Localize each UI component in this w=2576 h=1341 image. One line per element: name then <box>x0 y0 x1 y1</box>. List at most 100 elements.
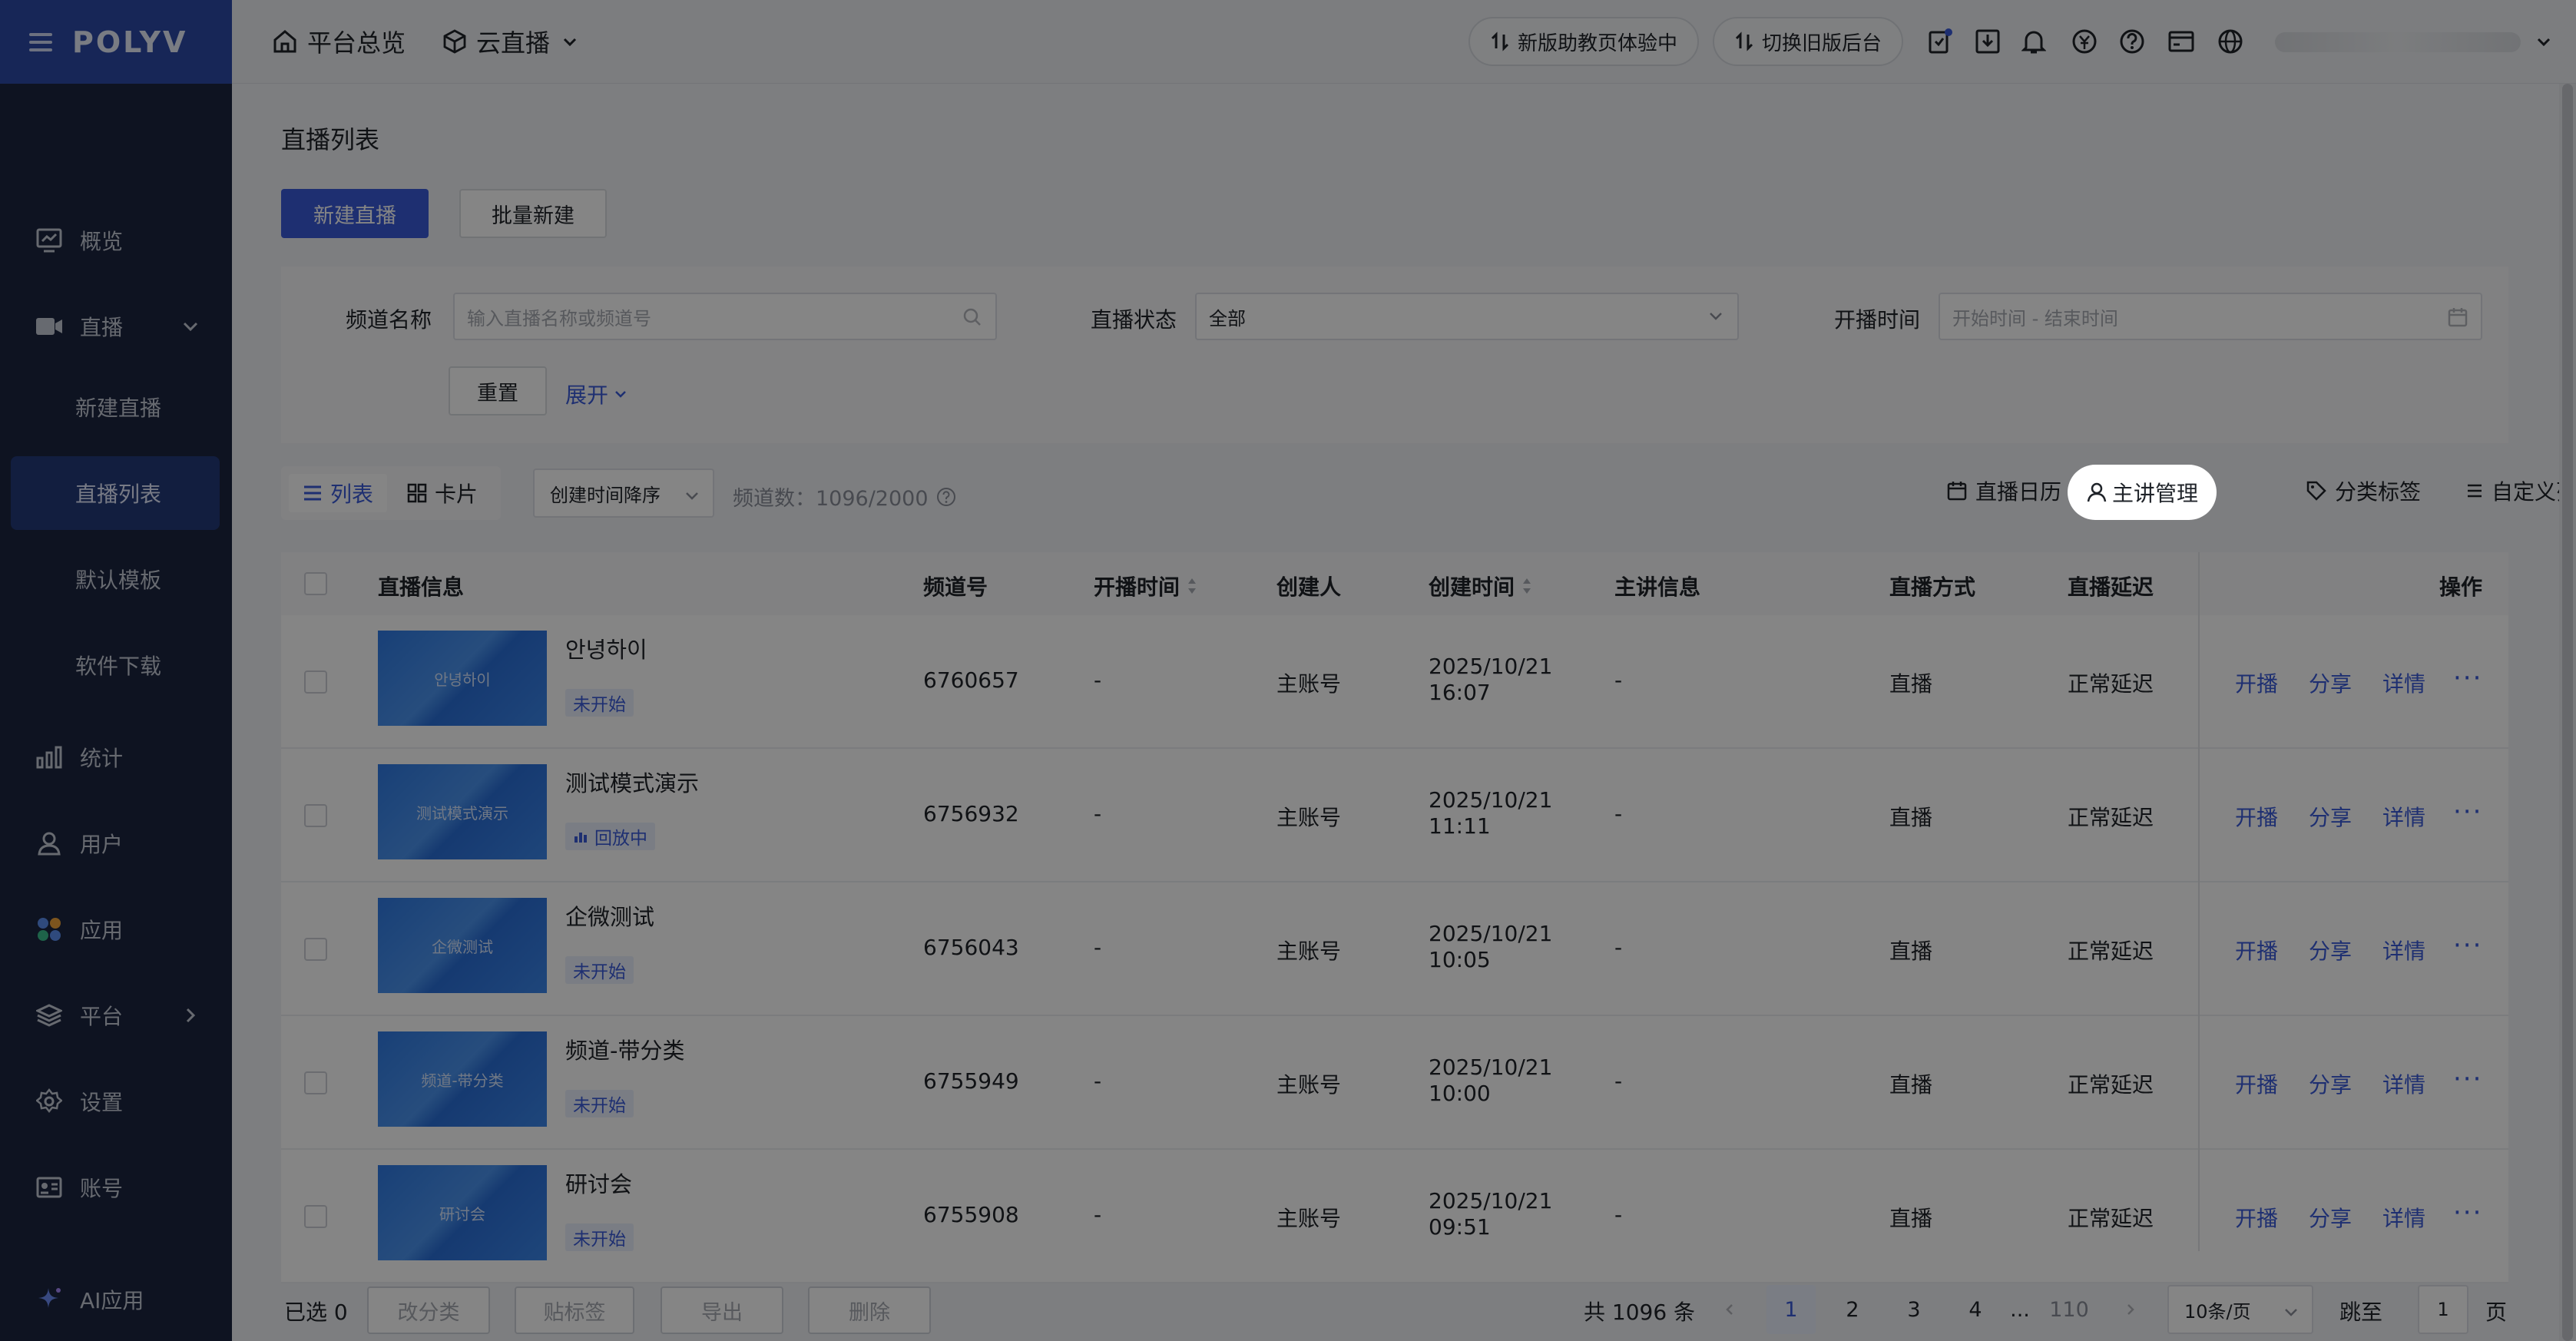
page-size-select[interactable]: 10条/页 <box>2167 1285 2313 1334</box>
globe-icon[interactable] <box>2215 26 2246 57</box>
sidebar-item-new-live[interactable]: 新建直播 <box>11 370 220 444</box>
download-icon[interactable] <box>1972 26 2003 57</box>
live-thumbnail[interactable]: 企微测试 <box>378 898 547 993</box>
chevron-down-icon[interactable] <box>2528 26 2559 57</box>
start-live-link[interactable]: 开播 <box>2235 667 2278 698</box>
row-checkbox[interactable] <box>304 670 327 694</box>
row-checkbox[interactable] <box>304 1205 327 1228</box>
billing-icon[interactable] <box>2166 26 2197 57</box>
sidebar-item-overview[interactable]: 概览 <box>11 204 220 277</box>
page-button[interactable]: 110 <box>2045 1285 2094 1334</box>
start-live-link[interactable]: 开播 <box>2235 1202 2278 1233</box>
speaker-management-link[interactable]: 主讲管理 <box>2069 466 2215 518</box>
reset-button[interactable]: 重置 <box>449 366 547 416</box>
created-time: 2025/10/21 10:05 <box>1429 921 1552 973</box>
recategorize-button[interactable]: 改分类 <box>367 1286 490 1334</box>
page-button[interactable]: 1 <box>1766 1285 1816 1334</box>
switch-old-version-pill[interactable]: 切换旧版后台 <box>1713 17 1904 66</box>
more-actions-icon[interactable]: ··· <box>2453 665 2482 691</box>
hamburger-menu-icon[interactable] <box>29 32 52 51</box>
live-thumbnail[interactable]: 안녕하이 <box>378 631 547 726</box>
more-actions-icon[interactable]: ··· <box>2453 932 2482 959</box>
help-icon[interactable] <box>2117 26 2147 57</box>
add-tag-button[interactable]: 贴标签 <box>515 1286 634 1334</box>
sidebar-item-account[interactable]: 账号 <box>11 1151 220 1224</box>
sidebar-item-platform[interactable]: 平台 <box>11 978 220 1052</box>
sidebar-item-default-template[interactable]: 默认模板 <box>11 542 220 616</box>
new-assistant-pill[interactable]: 新版助教页体验中 <box>1468 17 1700 66</box>
export-button[interactable]: 导出 <box>661 1286 783 1334</box>
live-calendar-link[interactable]: 直播日历 <box>1946 475 2061 506</box>
more-actions-icon[interactable]: ··· <box>2453 1066 2482 1092</box>
batch-create-button[interactable]: 批量新建 <box>459 189 607 238</box>
live-thumbnail[interactable]: 频道-带分类 <box>378 1031 547 1127</box>
live-title[interactable]: 企微测试 <box>565 899 654 932</box>
sort-select[interactable]: 创建时间降序 <box>533 469 714 518</box>
prev-page-button[interactable] <box>1705 1285 1754 1334</box>
detail-link[interactable]: 详情 <box>2382 801 2425 832</box>
sidebar-item-ai-apps[interactable]: AI应用 <box>11 1263 220 1336</box>
sidebar-item-users[interactable]: 用户 <box>11 806 220 880</box>
sidebar-item-settings[interactable]: 设置 <box>11 1065 220 1138</box>
sidebar-item-apps[interactable]: 应用 <box>11 892 220 966</box>
page-button[interactable]: 2 <box>1828 1285 1877 1334</box>
view-card-toggle[interactable]: 卡片 <box>393 474 492 512</box>
view-list-toggle[interactable]: 列表 <box>289 474 388 512</box>
date-range-picker[interactable]: 开始时间 - 结束时间 <box>1939 293 2482 340</box>
scrollbar-thumb[interactable] <box>2562 84 2573 1341</box>
live-title[interactable]: 研讨会 <box>565 1167 632 1199</box>
table-footer: 已选 0 改分类 贴标签 导出 删除 共 1096 条 1 2 3 4 ... … <box>281 1279 2508 1340</box>
nav-platform-overview[interactable]: 平台总览 <box>272 22 406 61</box>
clipboard-icon[interactable] <box>1925 26 1955 57</box>
live-title[interactable]: 안녕하이 <box>565 632 647 664</box>
live-thumbnail[interactable]: 研讨会 <box>378 1165 547 1260</box>
page-button[interactable]: 4 <box>1951 1285 2000 1334</box>
detail-link[interactable]: 详情 <box>2382 935 2425 965</box>
row-checkbox[interactable] <box>304 1071 327 1094</box>
currency-icon[interactable] <box>2069 26 2100 57</box>
col-created-time[interactable]: 创建时间 <box>1429 571 1533 601</box>
channel-search-input[interactable]: 输入直播名称或频道号 <box>453 293 997 340</box>
delete-button[interactable]: 删除 <box>808 1286 931 1334</box>
chevron-right-icon <box>177 1002 204 1029</box>
row-checkbox[interactable] <box>304 804 327 827</box>
share-link[interactable]: 分享 <box>2309 667 2352 698</box>
start-live-link[interactable]: 开播 <box>2235 935 2278 965</box>
more-actions-icon[interactable]: ··· <box>2453 799 2482 825</box>
next-page-button[interactable] <box>2106 1285 2155 1334</box>
new-live-button[interactable]: 新建直播 <box>281 189 429 238</box>
col-start-time[interactable]: 开播时间 <box>1094 571 1198 601</box>
page-ellipsis[interactable]: ... <box>1995 1285 2045 1334</box>
select-all-checkbox[interactable] <box>304 572 327 595</box>
expand-filters-link[interactable]: 展开 <box>565 379 628 409</box>
jump-page-input[interactable]: 1 <box>2418 1285 2468 1334</box>
created-clock: 09:51 <box>1429 1214 1491 1240</box>
sidebar-item-live-list[interactable]: 直播列表 <box>11 456 220 530</box>
vertical-scrollbar[interactable] <box>2559 84 2576 1341</box>
share-link[interactable]: 分享 <box>2309 801 2352 832</box>
row-checkbox[interactable] <box>304 938 327 961</box>
search-icon <box>962 306 983 333</box>
bell-icon[interactable] <box>2018 26 2049 57</box>
start-live-link[interactable]: 开播 <box>2235 1068 2278 1099</box>
category-tags-link[interactable]: 分类标签 <box>2306 475 2421 506</box>
detail-link[interactable]: 详情 <box>2382 1068 2425 1099</box>
sidebar-item-software-download[interactable]: 软件下载 <box>11 628 220 702</box>
live-title[interactable]: 频道-带分类 <box>565 1033 684 1065</box>
share-link[interactable]: 分享 <box>2309 1068 2352 1099</box>
share-link[interactable]: 分享 <box>2309 935 2352 965</box>
logo[interactable]: POLYV <box>72 25 187 59</box>
live-title[interactable]: 测试模式演示 <box>565 766 699 798</box>
sidebar-item-stats[interactable]: 统计 <box>11 720 220 794</box>
live-status-select[interactable]: 全部 <box>1195 293 1739 340</box>
user-account-menu[interactable] <box>2275 32 2521 52</box>
product-switcher[interactable]: 云直播 <box>442 22 588 61</box>
start-live-link[interactable]: 开播 <box>2235 801 2278 832</box>
more-actions-icon[interactable]: ··· <box>2453 1200 2482 1226</box>
detail-link[interactable]: 详情 <box>2382 1202 2425 1233</box>
sidebar-item-live[interactable]: 直播 <box>11 290 220 363</box>
share-link[interactable]: 分享 <box>2309 1202 2352 1233</box>
live-thumbnail[interactable]: 测试模式演示 <box>378 764 547 859</box>
detail-link[interactable]: 详情 <box>2382 667 2425 698</box>
page-button[interactable]: 3 <box>1889 1285 1939 1334</box>
